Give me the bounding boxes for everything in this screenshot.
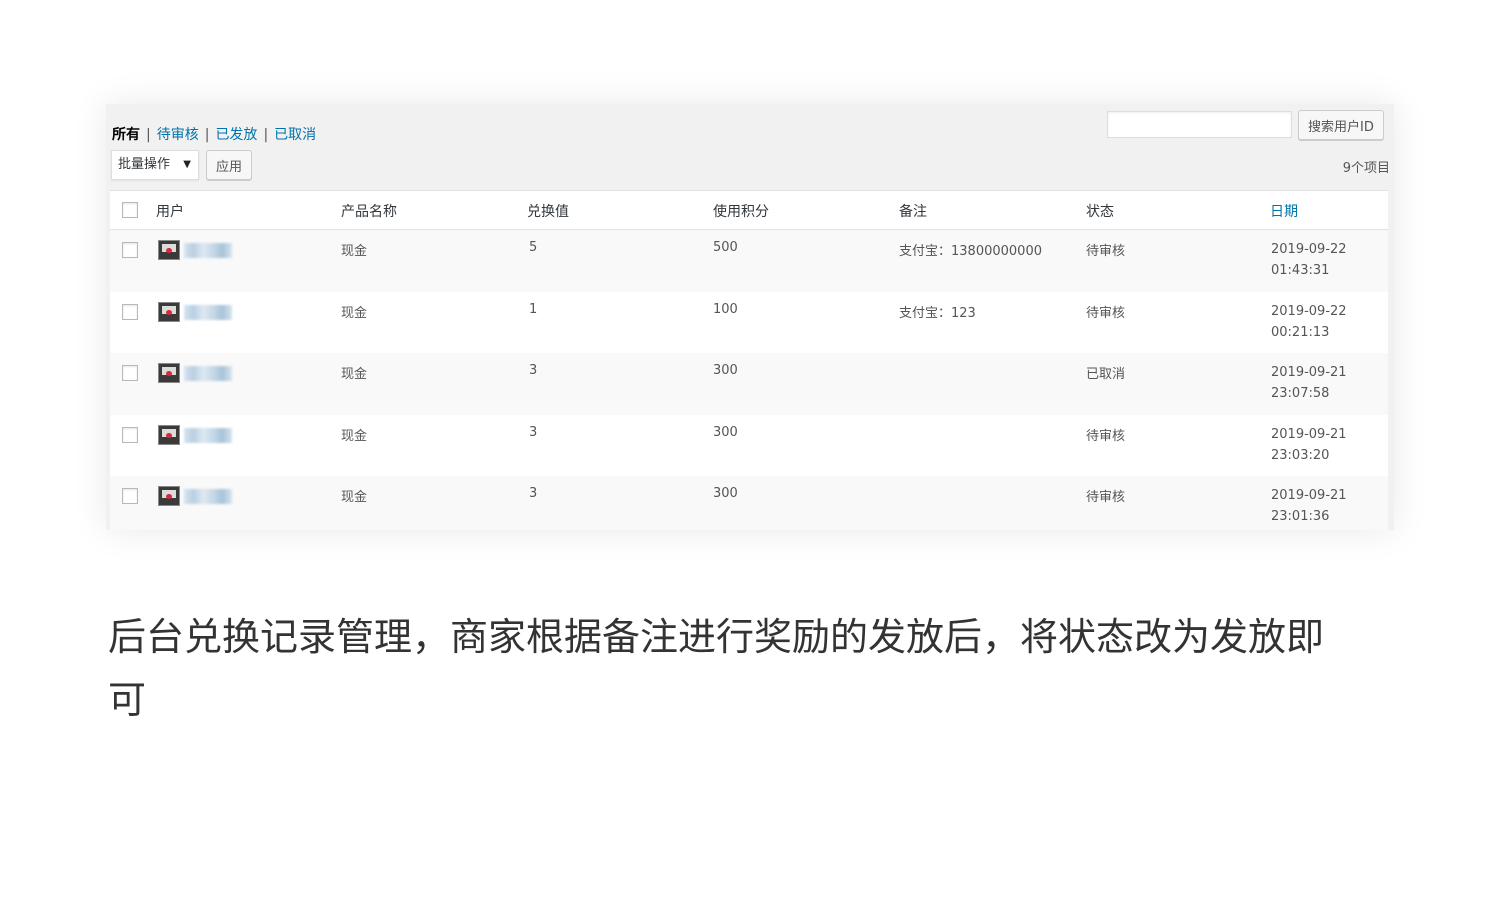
column-header-date-sortable[interactable]: 日期: [1270, 201, 1298, 221]
column-header-user: 用户: [156, 204, 184, 220]
row-checkbox[interactable]: [122, 426, 138, 443]
cell-date: 2019-09-21 23:07:58: [1271, 362, 1347, 404]
row-checkbox[interactable]: [122, 488, 138, 505]
cell-note: 支付宝：13800000000: [899, 244, 1042, 259]
cell-status: 已取消: [1086, 367, 1126, 383]
cell-date-time: 00:21:13: [1271, 324, 1330, 340]
caption-text: 后台兑换记录管理，商家根据备注进行奖励的发放后，将状态改为发放即可: [108, 615, 1325, 722]
status-filters: 所有 | 待审核 | 已发放 | 已取消: [112, 124, 316, 144]
table-row: 现金 3 300 待审核 2019-09-21 23:01:36: [110, 476, 1388, 530]
admin-screenshot: 所有 | 待审核 | 已发放 | 已取消 搜索用户ID 批量操作 ▼ 应用 9个项目 用户 …: [106, 104, 1394, 530]
cell-value: 3: [529, 363, 538, 379]
cell-date-day: 2019-09-22: [1271, 303, 1347, 319]
cell-points: 100: [713, 301, 738, 317]
apply-button[interactable]: 应用: [206, 150, 253, 180]
select-all-checkbox[interactable]: [122, 202, 138, 218]
cell-status: 待审核: [1086, 305, 1126, 321]
column-header-value: 兑换值: [527, 204, 569, 220]
cell-date-time: 23:01:36: [1271, 509, 1330, 525]
row-checkbox[interactable]: [122, 365, 138, 382]
cell-status: 待审核: [1086, 244, 1126, 259]
cell-date: 2019-09-21 23:01:36: [1271, 485, 1347, 527]
blurred-username[interactable]: [184, 304, 232, 320]
cell-date-day: 2019-09-21: [1271, 488, 1347, 504]
filter-separator: |: [146, 127, 151, 143]
cell-points: 500: [713, 240, 738, 255]
cell-value: 1: [529, 301, 538, 317]
cell-points: 300: [713, 486, 738, 502]
cell-note: 支付宝：123: [899, 305, 976, 321]
column-header-status: 状态: [1086, 204, 1114, 220]
column-header-product: 产品名称: [341, 204, 397, 220]
cell-product: 现金: [341, 305, 368, 321]
user-avatar: [158, 486, 180, 507]
cell-product: 现金: [341, 428, 368, 444]
cell-value: 5: [529, 240, 538, 255]
search-user-id-input[interactable]: [1107, 111, 1292, 138]
cell-date: 2019-09-22 01:43:31: [1271, 239, 1347, 281]
cell-status: 待审核: [1086, 428, 1126, 444]
column-header-note: 备注: [899, 204, 927, 220]
cell-date-day: 2019-09-21: [1271, 365, 1347, 381]
cell-date: 2019-09-22 00:21:13: [1271, 301, 1347, 343]
cell-date-time: 01:43:31: [1271, 263, 1330, 278]
cell-value: 3: [529, 424, 538, 440]
dropdown-arrow-icon: ▼: [183, 159, 191, 170]
cell-date: 2019-09-21 23:03:20: [1271, 424, 1347, 466]
cell-date-day: 2019-09-21: [1271, 426, 1347, 442]
cell-product: 现金: [341, 367, 368, 383]
cell-date-day: 2019-09-22: [1271, 242, 1347, 257]
cell-date-time: 23:07:58: [1271, 386, 1330, 402]
user-avatar: [158, 301, 180, 322]
filter-cancelled[interactable]: 已取消: [274, 127, 316, 143]
filter-pending[interactable]: 待审核: [157, 127, 199, 143]
user-avatar: [158, 240, 180, 260]
table-row: 现金 5 500 支付宝：13800000000 待审核 2019-09-22 0…: [110, 230, 1388, 292]
filter-all[interactable]: 所有: [112, 127, 140, 143]
table-row: 现金 3 300 已取消 2019-09-21 23:07:58: [110, 353, 1388, 415]
column-header-points: 使用积分: [713, 204, 769, 220]
cell-status: 待审核: [1086, 490, 1126, 506]
filter-issued[interactable]: 已发放: [215, 127, 257, 143]
cell-points: 300: [713, 363, 738, 379]
bulk-actions-selected-label: 批量操作: [118, 157, 171, 172]
blurred-username[interactable]: [184, 427, 232, 443]
filter-separator: |: [204, 127, 210, 143]
filter-separator: |: [263, 127, 269, 143]
redemption-table: 用户 产品名称 兑换值 使用积分 备注 状态 日期 现金 5 500 支付宝：1…: [110, 190, 1388, 530]
bulk-actions-select[interactable]: 批量操作 ▼: [111, 150, 199, 180]
blurred-username[interactable]: [184, 366, 232, 382]
table-row: 现金 1 100 支付宝：123 待审核 2019-09-22 00:21:13: [110, 291, 1388, 354]
search-user-id-button[interactable]: 搜索用户ID: [1298, 110, 1384, 140]
row-checkbox[interactable]: [122, 303, 138, 320]
row-checkbox[interactable]: [122, 242, 138, 258]
cell-date-time: 23:03:20: [1271, 447, 1330, 463]
cell-product: 现金: [341, 490, 368, 506]
table-row: 现金 3 300 待审核 2019-09-21 23:03:20: [110, 414, 1388, 477]
table-header: 用户 产品名称 兑换值 使用积分 备注 状态 日期: [110, 191, 1388, 230]
user-avatar: [158, 424, 180, 445]
blurred-username[interactable]: [184, 489, 232, 505]
user-avatar: [158, 363, 180, 384]
blurred-username[interactable]: [184, 243, 232, 258]
items-count: 9个项目: [1342, 161, 1390, 176]
cell-points: 300: [713, 424, 738, 440]
cell-value: 3: [529, 486, 538, 502]
cell-product: 现金: [341, 244, 368, 259]
